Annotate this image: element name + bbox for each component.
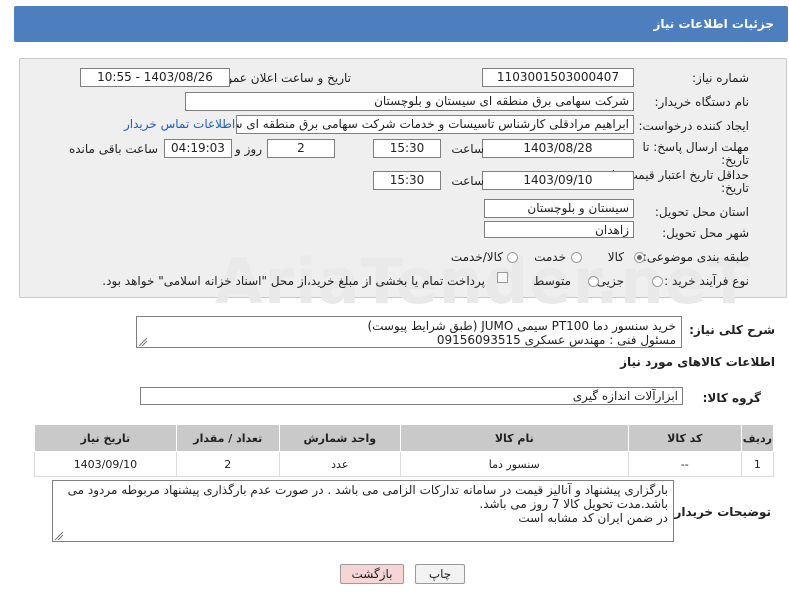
buyer-org-label: نام دستگاه خریدار: xyxy=(654,95,750,109)
buyer-contact-link[interactable]: اطلاعات تماس خریدار xyxy=(124,117,235,131)
deadline-time-field: 15:30 xyxy=(373,139,441,158)
cell-need-date: 1403/09/10 xyxy=(34,451,177,477)
remaining-time-label: ساعت باقی مانده xyxy=(68,142,158,156)
purchase-process-label: نوع فرآیند خرید : xyxy=(664,274,749,288)
cell-name: سنسور دما xyxy=(399,451,629,477)
process-radio-minor[interactable] xyxy=(652,276,663,287)
need-number-field: 1103001503000407 xyxy=(482,68,634,87)
process-radio-medium[interactable] xyxy=(588,276,599,287)
category-radio-service[interactable] xyxy=(571,252,582,263)
cell-quantity: 2 xyxy=(175,451,280,477)
delivery-province-field: سیستان و بلوچستان xyxy=(484,199,634,218)
process-option-medium: متوسط xyxy=(533,274,571,288)
goods-table-header: ردیف کد کالا نام کالا واحد شمارش تعداد /… xyxy=(34,424,775,452)
col-unit: واحد شمارش xyxy=(278,424,401,452)
days-remaining-field: 2 xyxy=(267,139,335,158)
need-number-label: شماره نیاز: xyxy=(692,71,749,85)
delivery-city-label: شهر محل تحویل: xyxy=(662,226,749,240)
need-summary-line: خرید سنسور دما PT100 سیمی JUMO (طبق شرای… xyxy=(367,319,676,333)
print-button[interactable]: چاپ xyxy=(415,564,465,584)
col-code: کد کالا xyxy=(627,424,742,452)
remaining-time-field: 04:19:03 xyxy=(164,139,232,158)
goods-section-title: اطلاعات کالاهای مورد نیاز xyxy=(620,355,775,369)
buyer-notes-line: در ضمن ایران کد مشابه است xyxy=(518,511,668,525)
requester-label: ایجاد کننده درخواست: xyxy=(638,119,749,133)
treasury-payment-checkbox[interactable] xyxy=(497,272,508,283)
cell-row: 1 xyxy=(740,451,775,477)
resize-grip-icon[interactable] xyxy=(55,532,63,540)
category-option-goods-service: کالا/خدمت xyxy=(450,250,503,264)
price-validity-time-label: ساعت xyxy=(451,174,484,188)
col-name: نام کالا xyxy=(399,424,629,452)
goods-table: ردیف کد کالا نام کالا واحد شمارش تعداد /… xyxy=(34,424,775,477)
col-quantity: تعداد / مقدار xyxy=(175,424,280,452)
deadline-label: مهلت ارسال پاسخ: تا xyxy=(642,140,749,154)
price-validity-date-field: 1403/09/10 xyxy=(482,171,634,190)
category-radio-goods-service[interactable] xyxy=(507,252,518,263)
col-row: ردیف xyxy=(740,424,775,452)
buyer-notes-label: توضیحات خریدار: xyxy=(669,505,771,519)
requester-field: ابراهیم مرادقلی کارشناس تاسیسات و خدمات … xyxy=(236,115,634,134)
deadline-label-date: تاریخ: xyxy=(721,153,749,167)
back-button[interactable]: بازگشت xyxy=(340,564,404,584)
cell-code: -- xyxy=(627,451,742,477)
need-summary-label: شرح کلی نیاز: xyxy=(689,323,775,337)
process-option-minor: جزیی xyxy=(596,274,624,288)
page-title: جزئیات اطلاعات نیاز xyxy=(653,17,774,31)
deadline-date-field: 1403/08/28 xyxy=(482,139,634,158)
page-header: جزئیات اطلاعات نیاز xyxy=(14,6,788,42)
deadline-time-label: ساعت xyxy=(451,142,484,156)
need-summary-text: خرید سنسور دما PT100 سیمی JUMO (طبق شرای… xyxy=(136,316,682,348)
table-row: 1 -- سنسور دما عدد 2 1403/09/10 xyxy=(34,451,775,477)
buyer-org-field: شرکت سهامی برق منطقه ای سیستان و بلوچستا… xyxy=(185,92,634,111)
delivery-city-field: زاهدان xyxy=(484,221,634,238)
need-summary-line: مسئول فنی : مهندس عسکری 09156093515 xyxy=(436,333,676,347)
resize-grip-icon[interactable] xyxy=(139,338,147,346)
days-label: روز و xyxy=(235,142,262,156)
buyer-notes-text: بارگزاری پیشنهاد و آنالیز قیمت در سامانه… xyxy=(52,480,674,542)
goods-group-label: گروه کالا: xyxy=(702,391,761,405)
goods-group-field: ابزارآلات اندازه گیری xyxy=(140,387,683,405)
price-validity-time-field: 15:30 xyxy=(373,171,441,190)
price-validity-label-date: تاریخ: xyxy=(721,181,749,195)
buyer-notes-line: بارگزاری پیشنهاد و آنالیز قیمت در سامانه… xyxy=(67,483,668,497)
category-option-goods: کالا xyxy=(607,250,624,264)
category-label: طبقه بندی موضوعی: xyxy=(642,250,749,264)
category-radio-goods[interactable] xyxy=(634,252,645,263)
col-need-date: تاریخ نیاز xyxy=(34,424,177,452)
delivery-province-label: استان محل تحویل: xyxy=(654,205,749,219)
treasury-payment-note: پرداخت تمام یا بخشی از مبلغ خرید،از محل … xyxy=(102,274,485,288)
category-option-service: خدمت xyxy=(534,250,566,264)
buyer-notes-line: باشد.مدت تحویل کالا 7 روز می باشد. xyxy=(479,497,668,511)
announce-datetime-field: 1403/08/26 - 10:55 xyxy=(80,68,230,87)
cell-unit: عدد xyxy=(278,451,401,477)
